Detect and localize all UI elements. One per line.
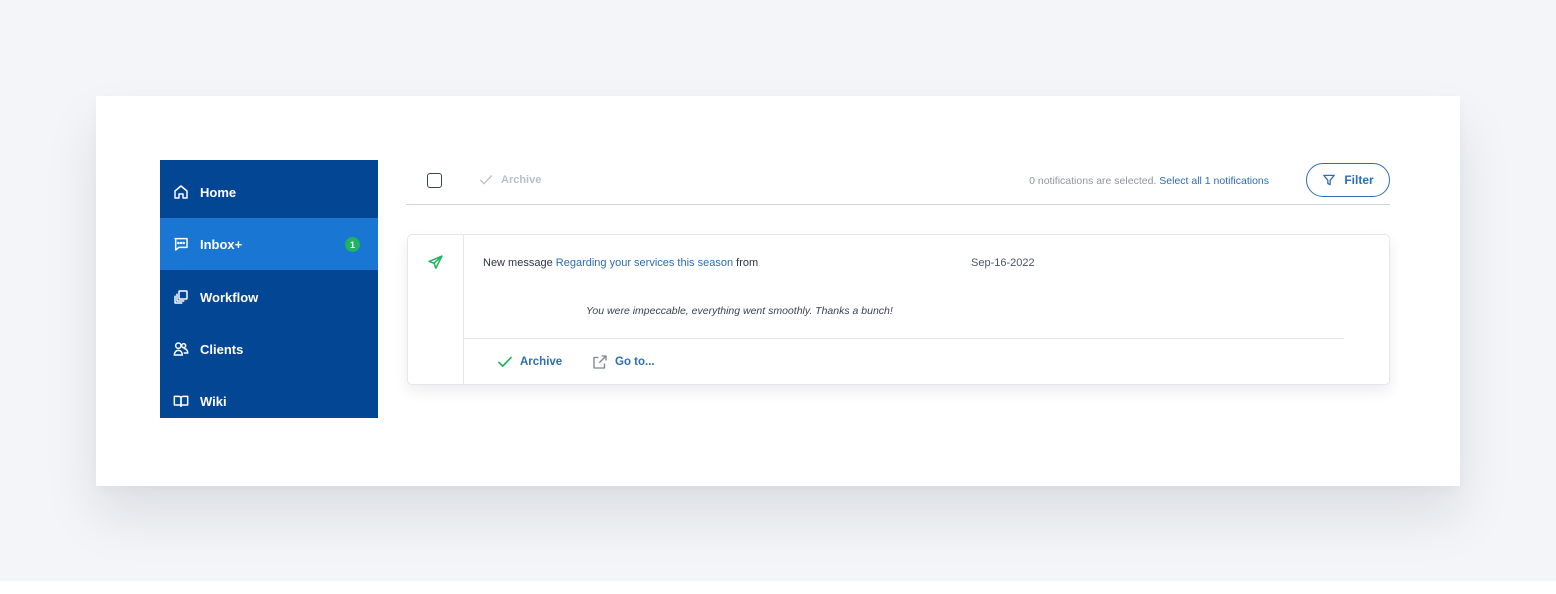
notification-date: Sep-16-2022: [971, 257, 1035, 269]
unread-badge: 1: [345, 237, 360, 252]
archive-label: Archive: [520, 356, 563, 368]
message-square-icon: [173, 236, 189, 252]
notification-item[interactable]: New message Regarding your services this…: [407, 234, 1390, 385]
goto-button[interactable]: Go to...: [591, 353, 655, 371]
sidebar-nav: Home Inbox+ 1 Workflow Clients Wiki: [160, 160, 378, 418]
select-all-link[interactable]: Select all 1 notifications: [1159, 175, 1269, 187]
goto-label: Go to...: [615, 356, 655, 368]
select-all-checkbox[interactable]: [427, 173, 442, 188]
sidebar-item-label: Home: [200, 184, 237, 200]
selection-count-text: 0 notifications are selected.: [1029, 175, 1157, 187]
users-icon: [173, 341, 189, 357]
notification-title: New message Regarding your services this…: [483, 257, 758, 269]
sidebar-item-workflow[interactable]: Workflow: [160, 271, 378, 323]
check-icon: [498, 356, 512, 367]
archive-button[interactable]: Archive: [496, 353, 562, 371]
archive-selected-label: Archive: [501, 174, 542, 186]
archive-selected-button[interactable]: Archive: [478, 172, 541, 188]
notification-prefix: New message: [483, 257, 553, 269]
book-open-icon: [173, 393, 189, 409]
notifications-toolbar: Archive 0 notifications are selected. Se…: [406, 160, 1390, 205]
sidebar-item-clients[interactable]: Clients: [160, 323, 378, 375]
notification-icon-column: [408, 235, 464, 384]
send-icon: [428, 255, 443, 269]
sidebar-item-wiki[interactable]: Wiki: [160, 375, 378, 427]
filter-button[interactable]: Filter: [1306, 163, 1390, 197]
sidebar-item-home[interactable]: Home: [160, 166, 378, 218]
filter-label: Filter: [1344, 173, 1374, 187]
copy-stack-icon: [173, 289, 189, 305]
external-link-icon: [593, 355, 607, 369]
notification-subject-link[interactable]: Regarding your services this season: [556, 257, 733, 269]
filter-icon: [1323, 174, 1336, 186]
check-icon: [480, 175, 492, 185]
divider: [464, 338, 1344, 339]
selection-info: 0 notifications are selected. Select all…: [1029, 175, 1269, 187]
notification-suffix: from: [736, 257, 759, 269]
sidebar-item-label: Clients: [200, 341, 244, 357]
sidebar-item-label: Inbox+: [200, 236, 243, 252]
sidebar-item-label: Workflow: [200, 289, 259, 305]
notification-body: You were impeccable, everything went smo…: [586, 305, 893, 317]
home-icon: [173, 184, 189, 200]
sidebar-item-inbox[interactable]: Inbox+ 1: [160, 218, 378, 270]
sidebar-item-label: Wiki: [200, 393, 227, 409]
